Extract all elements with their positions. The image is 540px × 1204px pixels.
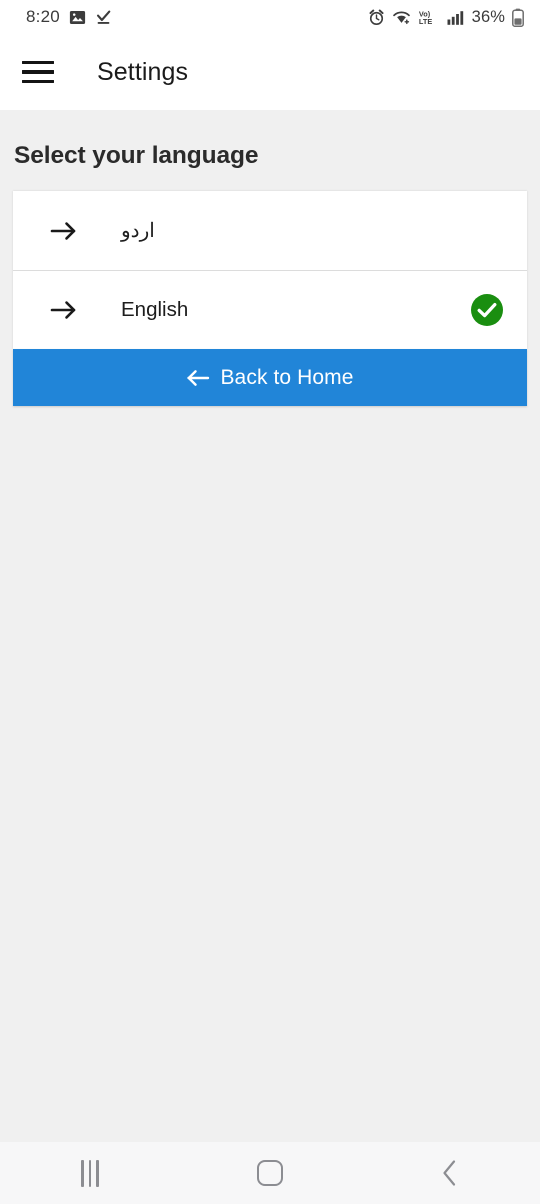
back-button[interactable] — [360, 1142, 540, 1204]
hamburger-bar — [22, 60, 54, 65]
arrow-right-icon — [49, 297, 79, 323]
battery-icon — [512, 8, 524, 27]
download-complete-icon — [95, 9, 112, 26]
language-label-urdu: اردو — [121, 220, 155, 242]
home-button[interactable] — [180, 1142, 360, 1204]
recents-icon — [81, 1159, 99, 1187]
hamburger-bar — [22, 70, 54, 74]
app-bar: Settings — [0, 34, 540, 110]
status-time: 8:20 — [26, 7, 60, 26]
volte-icon: Vo) LTE — [418, 9, 440, 26]
status-bar: 8:20 Vo) LTE 36% — [0, 0, 540, 34]
alarm-icon — [368, 9, 385, 26]
signal-bars-icon — [447, 9, 465, 26]
list-item[interactable]: اردو — [13, 191, 527, 270]
check-circle-icon — [469, 292, 505, 328]
photo-icon — [69, 9, 86, 26]
svg-text:LTE: LTE — [419, 16, 432, 25]
hamburger-menu-icon[interactable] — [22, 55, 56, 89]
system-navigation-bar — [0, 1142, 540, 1204]
section-heading: Select your language — [14, 142, 259, 169]
page-title: Settings — [97, 57, 189, 86]
language-list: اردو English — [13, 191, 527, 349]
language-label-english: English — [121, 298, 189, 321]
main-content: Select your language اردو English Back t… — [0, 110, 540, 1142]
arrow-left-icon — [186, 367, 212, 389]
battery-percent-label: 36% — [471, 7, 505, 26]
status-bar-left: 8:20 — [26, 7, 112, 27]
list-item[interactable]: English — [13, 270, 527, 349]
back-to-home-label: Back to Home — [220, 365, 354, 389]
wifi-icon — [392, 9, 411, 26]
home-icon — [257, 1160, 283, 1186]
recents-button[interactable] — [0, 1142, 180, 1204]
back-icon — [439, 1158, 461, 1188]
status-bar-right: Vo) LTE 36% — [368, 8, 524, 27]
arrow-right-icon — [49, 218, 79, 244]
hamburger-bar — [22, 79, 54, 84]
back-to-home-button[interactable]: Back to Home — [13, 349, 527, 406]
